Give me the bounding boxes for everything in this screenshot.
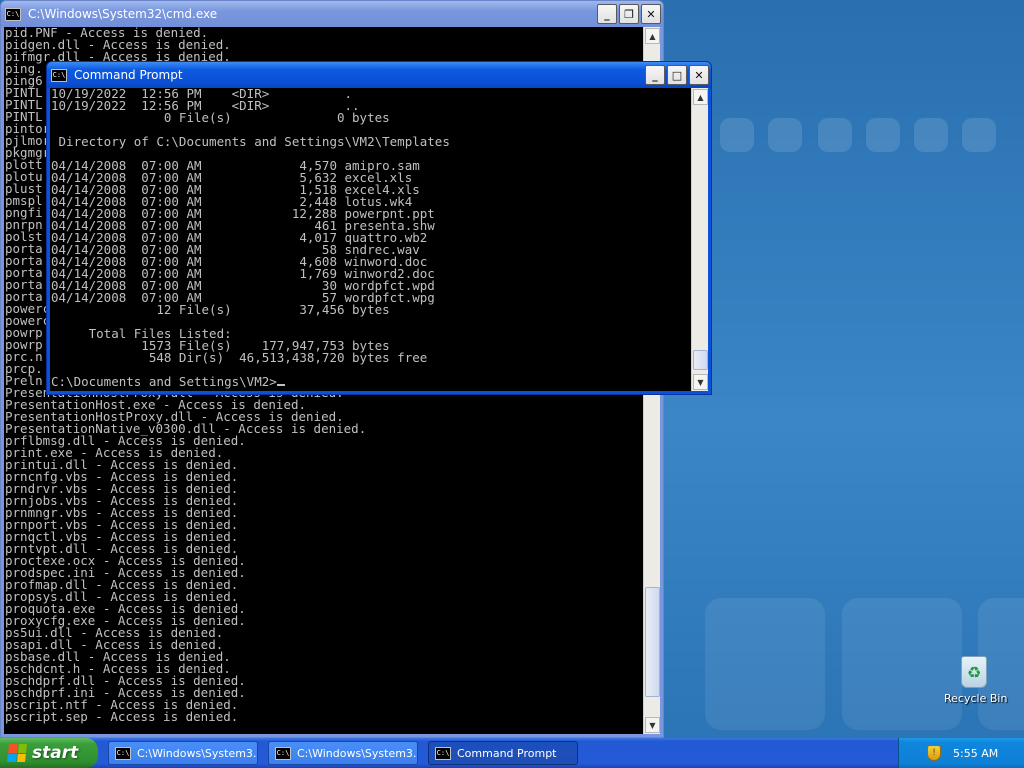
system-tray: ! 5:55 AM — [898, 738, 1024, 768]
minimize-button[interactable]: _ — [645, 65, 665, 85]
console-line: 12 File(s) 37,456 bytes — [51, 302, 390, 317]
start-button[interactable]: start — [0, 738, 98, 768]
security-shield-icon[interactable]: ! — [927, 745, 941, 761]
console-line: 548 Dir(s) 46,513,438,720 bytes free — [51, 350, 428, 365]
cmd-exe-titlebar[interactable]: C:\ C:\Windows\System32\cmd.exe _ ❐ ✕ — [1, 1, 663, 27]
console-icon: C:\ — [115, 746, 131, 760]
console-line: Directory of C:\Documents and Settings\V… — [51, 134, 450, 149]
window-title: Command Prompt — [74, 68, 183, 82]
window-title: C:\Windows\System32\cmd.exe — [28, 7, 218, 21]
scroll-up-button[interactable]: ▲ — [645, 28, 660, 44]
close-button[interactable]: ✕ — [689, 65, 709, 85]
task-label: C:\Windows\System3... — [297, 746, 417, 760]
desktop-decoration — [962, 118, 996, 152]
console-line: C:\Documents and Settings\VM2> — [51, 375, 691, 388]
close-button[interactable]: ✕ — [641, 4, 661, 24]
clock[interactable]: 5:55 AM — [953, 747, 998, 760]
scroll-thumb[interactable] — [645, 587, 660, 697]
minimize-button[interactable]: _ — [597, 4, 617, 24]
console-icon: C:\ — [51, 68, 67, 82]
desktop-decoration — [768, 118, 802, 152]
desktop-decoration — [866, 118, 900, 152]
text-cursor — [276, 384, 285, 386]
desktop-decoration — [914, 118, 948, 152]
taskbar-button-cmd-exe-1[interactable]: C:\ C:\Windows\System3... — [108, 741, 258, 765]
command-prompt-window[interactable]: C:\ Command Prompt _ □ ✕ 10/19/2022 12:5… — [46, 61, 712, 395]
console-icon: C:\ — [5, 7, 21, 21]
console-output[interactable]: 10/19/2022 12:56 PM <DIR> . 10/19/2022 12… — [50, 88, 691, 391]
taskbar-button-cmd-exe-2[interactable]: C:\ C:\Windows\System3... — [268, 741, 418, 765]
console-line: pscript.sep - Access is denied. — [5, 709, 239, 724]
console-icon: C:\ — [275, 746, 291, 760]
task-label: Command Prompt — [457, 746, 557, 760]
scroll-thumb[interactable] — [693, 350, 708, 370]
start-label: start — [32, 743, 79, 763]
restore-button[interactable]: ❐ — [619, 4, 639, 24]
windows-logo-icon — [7, 744, 27, 762]
task-label: C:\Windows\System3... — [137, 746, 257, 760]
recycle-bin-icon: ♻ — [961, 656, 987, 688]
command-prompt-console-area[interactable]: 10/19/2022 12:56 PM <DIR> . 10/19/2022 12… — [50, 88, 708, 391]
scroll-up-button[interactable]: ▲ — [693, 89, 708, 105]
scroll-down-button[interactable]: ▼ — [645, 717, 660, 733]
recycle-bin-label: Recycle Bin — [944, 692, 1008, 705]
taskbar: start C:\ C:\Windows\System3... C:\ C:\W… — [0, 738, 1024, 768]
recycle-bin[interactable]: ♻ Recycle Bin — [944, 656, 1008, 705]
vertical-scrollbar[interactable]: ▲ ▼ — [691, 88, 708, 391]
taskbar-button-command-prompt[interactable]: C:\ Command Prompt — [428, 741, 578, 765]
scroll-down-button[interactable]: ▼ — [693, 374, 708, 390]
console-line: 0 File(s) 0 bytes — [51, 110, 390, 125]
desktop-decoration — [818, 118, 852, 152]
maximize-button[interactable]: □ — [667, 65, 687, 85]
console-icon: C:\ — [435, 746, 451, 760]
desktop-decoration — [705, 598, 825, 730]
desktop-decoration — [720, 118, 754, 152]
command-prompt-titlebar[interactable]: C:\ Command Prompt _ □ ✕ — [47, 62, 711, 88]
